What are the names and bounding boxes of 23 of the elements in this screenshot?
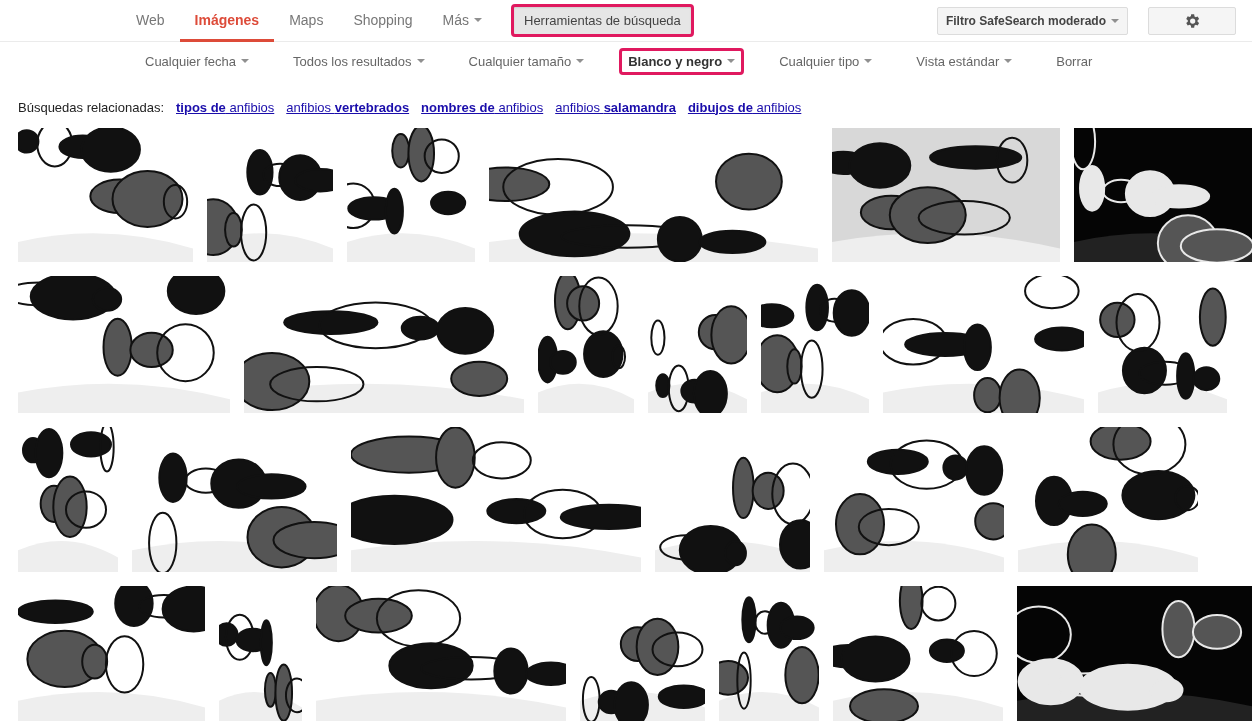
- caret-icon: [1111, 18, 1119, 23]
- related-search-link[interactable]: anfibios salamandra: [555, 99, 676, 115]
- related-search-link[interactable]: tipos de anfibios: [176, 99, 275, 115]
- related-searches-label: Búsquedas relacionadas:: [18, 99, 164, 115]
- filter-menu[interactable]: Todos los resultados: [284, 47, 434, 75]
- related-search-link[interactable]: dibujos de anfibios: [687, 99, 802, 115]
- filter-menu[interactable]: Cualquier tipo: [770, 47, 882, 75]
- related-search-link[interactable]: anfibios vertebrados: [286, 99, 410, 115]
- search-tools-button[interactable]: Herramientas de búsqueda: [511, 4, 694, 37]
- nav-tab[interactable]: Web: [121, 0, 180, 42]
- settings-button[interactable]: [1148, 6, 1236, 35]
- filter-menu[interactable]: Vista estándar: [907, 47, 1022, 75]
- nav-tab[interactable]: Maps: [274, 0, 339, 42]
- nav-tab[interactable]: Imágenes: [179, 0, 275, 42]
- related-search-link[interactable]: nombres de anfibios: [421, 99, 544, 115]
- filter-menu[interactable]: Cualquier fecha: [136, 47, 259, 75]
- safesearch-button[interactable]: Filtro SafeSearch moderado: [936, 6, 1128, 35]
- filter-menu[interactable]: Cualquier tamaño: [459, 47, 594, 75]
- filter-menu[interactable]: Borrar: [1047, 47, 1102, 75]
- filter-menu[interactable]: Blanco y negro: [619, 47, 745, 75]
- nav-tab[interactable]: Shopping: [338, 0, 428, 42]
- settings-icon: [1183, 11, 1201, 30]
- nav-tab[interactable]: Más: [427, 0, 497, 42]
